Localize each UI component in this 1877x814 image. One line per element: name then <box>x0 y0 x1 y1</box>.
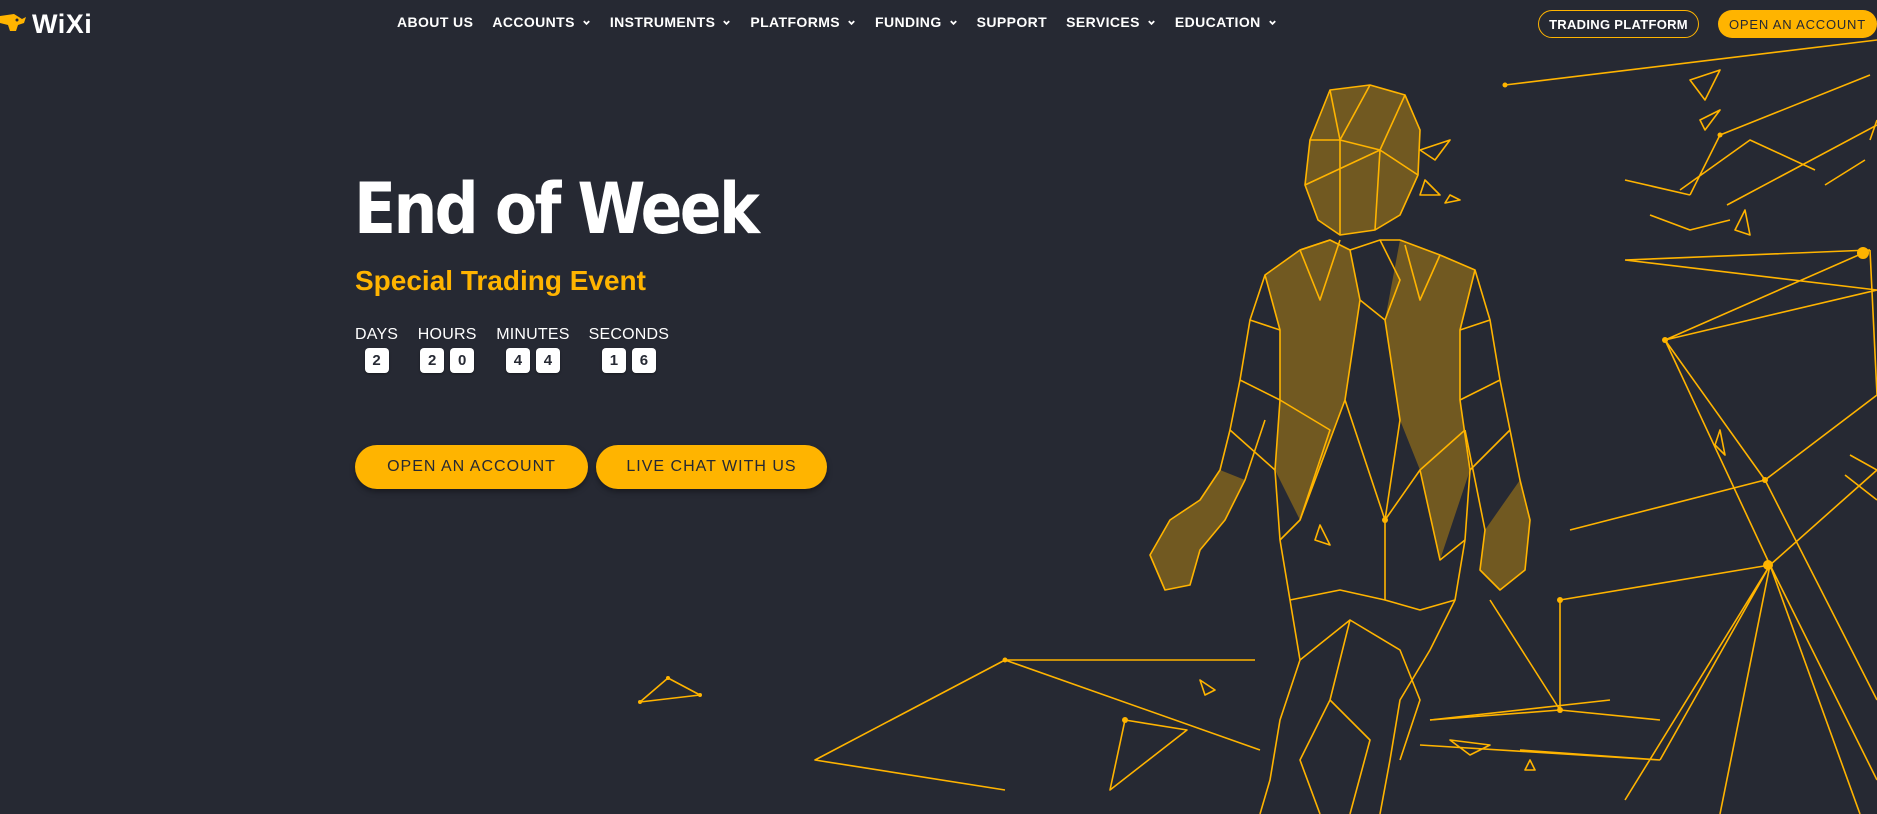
live-chat-button[interactable]: LIVE CHAT WITH US <box>596 445 827 489</box>
nav-item-label: SUPPORT <box>976 14 1048 30</box>
landing-page: WiXi ABOUT US ACCOUNTS INSTRUMENTS PLATF… <box>0 0 1877 814</box>
nav-item-label: SERVICES <box>1066 14 1140 30</box>
countdown-digit: 4 <box>535 348 560 373</box>
brand-name: WiXi <box>32 8 93 39</box>
main-menu: ABOUT US ACCOUNTS INSTRUMENTS PLATFORMS … <box>397 14 1296 30</box>
countdown-digit: 6 <box>631 348 656 373</box>
trading-platform-button[interactable]: TRADING PLATFORM <box>1538 10 1699 38</box>
nav-item-about-us[interactable]: ABOUT US <box>397 14 473 30</box>
chevron-down-icon <box>583 20 590 25</box>
brand-logo[interactable]: WiXi <box>0 9 92 39</box>
polygon-man-illustration <box>638 39 1877 814</box>
countdown-digit: 0 <box>450 348 475 373</box>
nav-item-instruments[interactable]: INSTRUMENTS <box>610 14 732 30</box>
countdown-label: HOURS <box>417 326 477 343</box>
nav-item-accounts[interactable]: ACCOUNTS <box>492 14 591 30</box>
hero-subtitle: Special Trading Event <box>355 265 646 296</box>
hero-title: End of Week <box>354 168 760 250</box>
chevron-down-icon <box>848 20 855 25</box>
countdown-label: MINUTES <box>496 326 570 343</box>
countdown-digit: 1 <box>601 348 626 373</box>
nav-item-label: FUNDING <box>875 14 942 30</box>
countdown-digit: 4 <box>505 348 530 373</box>
header-open-account-button[interactable]: OPEN AN ACCOUNT <box>1718 10 1877 38</box>
countdown-digit: 2 <box>420 348 445 373</box>
countdown-hours: HOURS 2 0 <box>417 326 477 373</box>
nav-item-label: ABOUT US <box>397 14 474 30</box>
nav-item-label: EDUCATION <box>1174 14 1261 30</box>
nav-item-funding[interactable]: FUNDING <box>875 14 958 30</box>
top-navigation-bar: WiXi ABOUT US ACCOUNTS INSTRUMENTS PLATF… <box>0 0 1877 48</box>
countdown-seconds: SECONDS 1 6 <box>589 326 670 373</box>
chevron-down-icon <box>1268 20 1276 25</box>
nav-item-label: PLATFORMS <box>750 14 841 30</box>
countdown-days: DAYS 2 <box>355 326 398 373</box>
countdown-label: SECONDS <box>588 326 670 343</box>
chevron-down-icon <box>949 20 957 25</box>
countdown-timer: DAYS 2 HOURS 2 0 MINUTES 4 4 SECONDS 1 6 <box>355 326 688 373</box>
nav-item-label: INSTRUMENTS <box>609 14 716 30</box>
countdown-minutes: MINUTES 4 4 <box>496 326 569 373</box>
bull-logo-icon <box>0 14 26 31</box>
nav-item-services[interactable]: SERVICES <box>1066 14 1156 30</box>
nav-item-support[interactable]: SUPPORT <box>977 14 1047 30</box>
countdown-label: DAYS <box>355 326 399 343</box>
chevron-down-icon <box>1148 20 1155 25</box>
countdown-digit: 2 <box>364 348 389 373</box>
chevron-down-icon <box>723 20 731 25</box>
open-account-button[interactable]: OPEN AN ACCOUNT <box>355 445 588 489</box>
nav-item-label: ACCOUNTS <box>492 14 575 30</box>
nav-item-education[interactable]: EDUCATION <box>1175 14 1277 30</box>
nav-item-platforms[interactable]: PLATFORMS <box>750 14 856 30</box>
